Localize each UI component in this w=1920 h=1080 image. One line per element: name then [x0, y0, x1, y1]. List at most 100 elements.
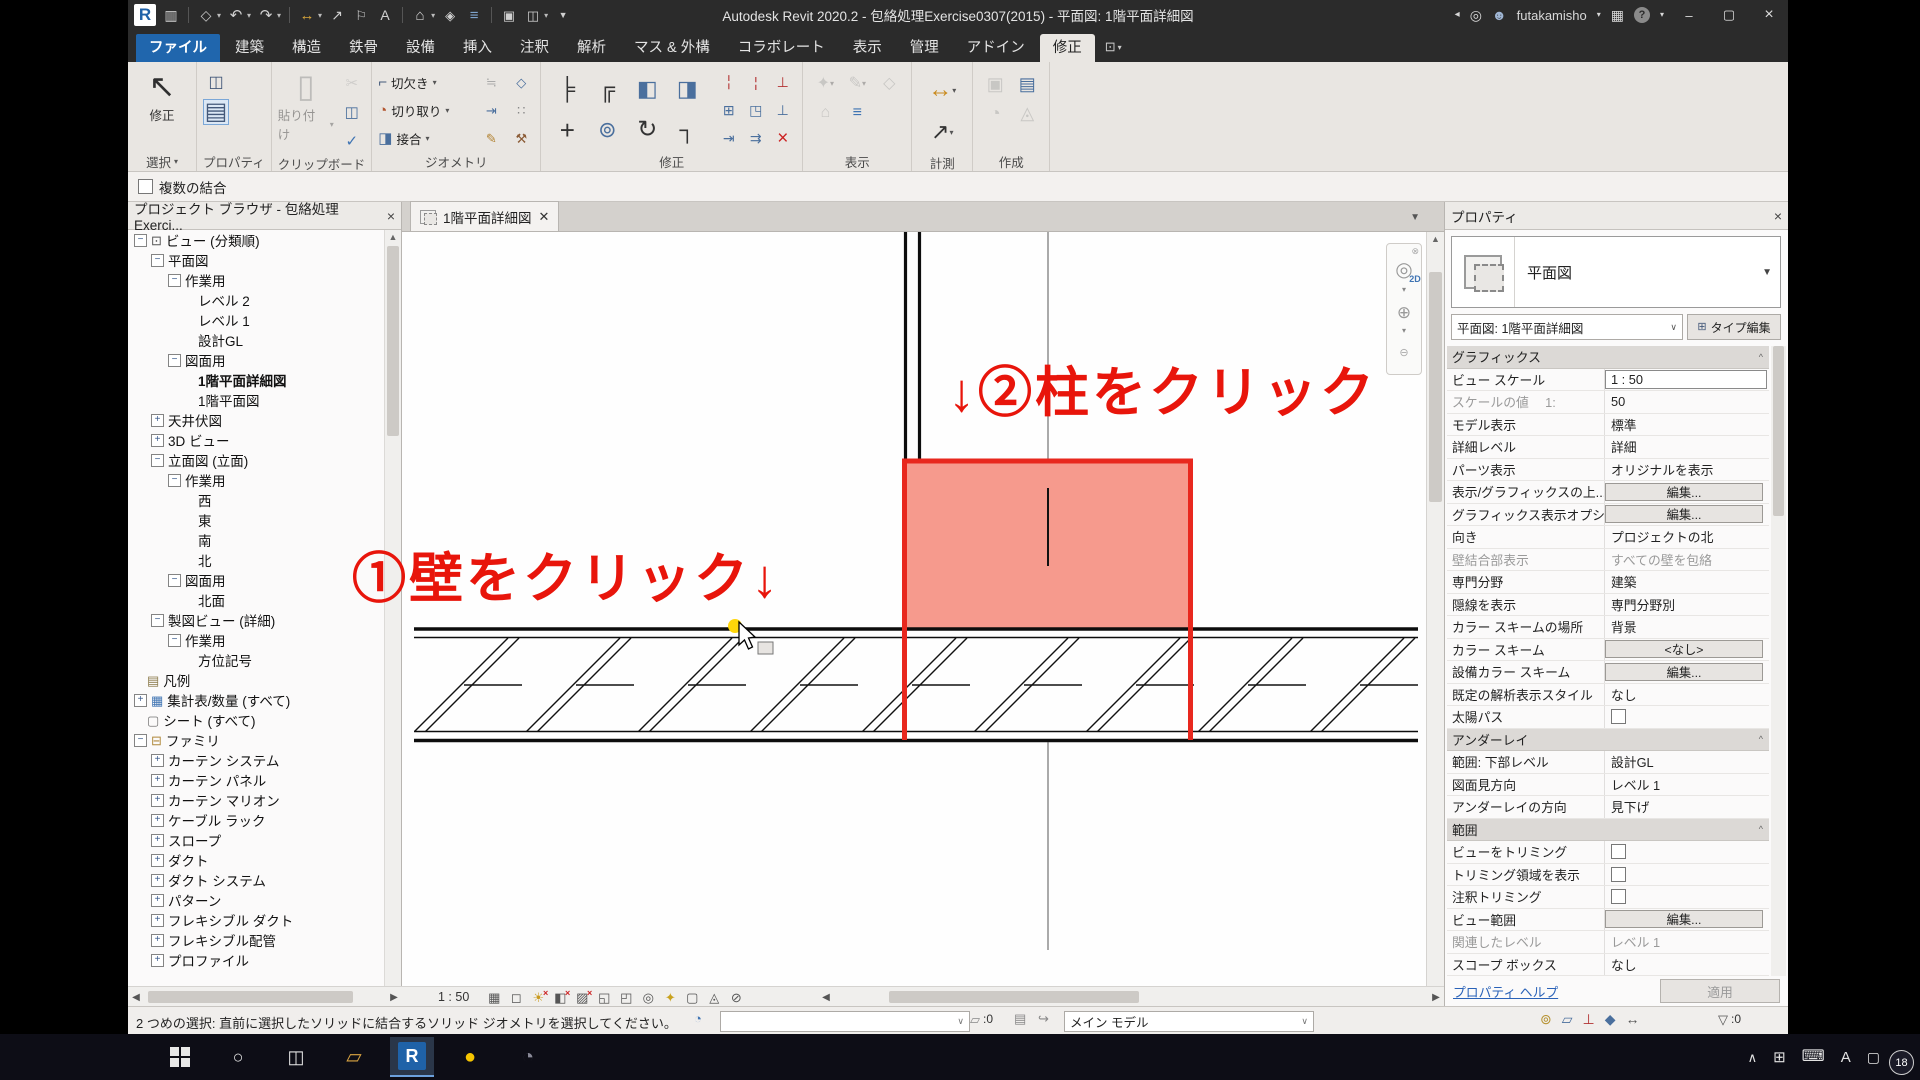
paint-button[interactable]: ✎: [478, 125, 504, 151]
copy-button[interactable]: ◫: [339, 99, 365, 125]
property-value[interactable]: 編集...: [1604, 504, 1769, 526]
property-edit-button[interactable]: 編集...: [1605, 505, 1763, 523]
lightbulb-button[interactable]: ✦▾: [809, 69, 841, 98]
section-icon[interactable]: ◈: [441, 6, 459, 24]
collapse-icon[interactable]: −: [168, 474, 181, 487]
property-value[interactable]: 設計GL: [1604, 751, 1769, 773]
edit-type-button[interactable]: ⊞ タイプ編集: [1687, 314, 1781, 340]
drawing-viewport[interactable]: ⊗ ◎2D ▾ ⊕ ▾ ⊖: [402, 232, 1427, 986]
tab-修正[interactable]: 修正: [1040, 34, 1095, 62]
join-button[interactable]: ◨接合▾: [378, 129, 474, 148]
linework-button[interactable]: ✎▾: [841, 69, 873, 98]
wheel-caret-icon[interactable]: ▾: [1402, 285, 1406, 294]
notification-icon[interactable]: ▢: [1867, 1050, 1880, 1064]
help-caret-icon[interactable]: ▾: [1660, 11, 1664, 19]
select-underlay-icon[interactable]: ▱: [1562, 1012, 1573, 1026]
measure-qat-icon[interactable]: ↔: [298, 6, 316, 24]
navbar-collapse-icon[interactable]: ⊖: [1399, 346, 1408, 359]
property-value[interactable]: [1604, 706, 1769, 728]
help-icon[interactable]: ?: [1634, 7, 1650, 23]
property-value[interactable]: [1604, 841, 1769, 863]
collapse-icon[interactable]: −: [134, 234, 147, 247]
cut-button[interactable]: ✂: [339, 70, 365, 96]
tree-item[interactable]: ▢シート (すべて): [128, 710, 385, 730]
tab-表示[interactable]: 表示: [840, 34, 895, 62]
property-value[interactable]: 見下げ: [1604, 796, 1769, 818]
tag-icon[interactable]: ⚐: [352, 6, 370, 24]
search-icon[interactable]: ◎: [1470, 8, 1482, 22]
property-value[interactable]: [1604, 886, 1769, 908]
expand-icon[interactable]: +: [151, 414, 164, 427]
expand-icon[interactable]: +: [151, 814, 164, 827]
property-value[interactable]: レベル 1: [1604, 774, 1769, 796]
property-value[interactable]: プロジェクトの北: [1604, 526, 1769, 548]
split-gap-button[interactable]: ¦: [742, 68, 769, 96]
navbar-close-icon[interactable]: ⊗: [1411, 246, 1419, 257]
type-selector-caret-icon[interactable]: ▼: [1762, 267, 1772, 278]
user-caret-icon[interactable]: ▾: [1597, 11, 1601, 19]
wall-joins-button[interactable]: ∷: [508, 97, 534, 123]
trim-single-button[interactable]: ⇥: [715, 124, 742, 152]
assembly-button[interactable]: ◔: [979, 98, 1011, 127]
tree-item[interactable]: +カーテン システム: [128, 750, 385, 770]
worksets-icon[interactable]: ◔: [694, 1012, 702, 1025]
crop-view-icon[interactable]: ◱: [593, 990, 615, 1005]
property-edit-button[interactable]: 編集...: [1605, 483, 1763, 501]
tree-item[interactable]: +フレキシブル配管: [128, 930, 385, 950]
keyboard-icon[interactable]: ⌨: [1802, 1049, 1825, 1065]
select-by-face-icon[interactable]: ◆: [1605, 1012, 1616, 1026]
show-crop-region-icon[interactable]: ◰: [615, 990, 637, 1005]
aligned-dimension-icon[interactable]: ↗: [328, 6, 346, 24]
tab-管理[interactable]: 管理: [897, 34, 952, 62]
property-value[interactable]: <なし>: [1604, 639, 1769, 661]
property-value[interactable]: すべての壁を包絡: [1604, 549, 1769, 571]
scroll-up-icon[interactable]: ▲: [385, 230, 401, 245]
dimension-button[interactable]: ↗▾: [918, 111, 966, 153]
editable-only-icon[interactable]: ▤: [1014, 1012, 1026, 1025]
tree-item[interactable]: レベル 1: [128, 310, 385, 330]
steering-wheel-icon[interactable]: ◎2D: [1395, 257, 1412, 282]
section-collapse-icon[interactable]: ^: [1759, 734, 1769, 744]
username[interactable]: futakamisho: [1517, 8, 1587, 23]
dropdown-caret-icon[interactable]: ▾: [318, 11, 322, 20]
browser-hscrollbar[interactable]: ◀ ▶: [128, 987, 402, 1007]
wall-hatch[interactable]: [414, 638, 1418, 732]
tree-item[interactable]: 北面: [128, 590, 385, 610]
tab-建築[interactable]: 建築: [222, 34, 277, 62]
collapse-icon[interactable]: −: [168, 634, 181, 647]
tree-item[interactable]: −製図ビュー (詳細): [128, 610, 385, 630]
revit-logo-icon[interactable]: R: [134, 4, 156, 26]
switch-windows-icon[interactable]: ◫: [524, 6, 542, 24]
default-3d-view-icon[interactable]: ⌂: [411, 6, 429, 24]
dropdown-caret-icon[interactable]: ▾: [544, 11, 548, 20]
property-checkbox[interactable]: [1611, 844, 1626, 859]
properties-vscrollbar[interactable]: [1771, 346, 1786, 976]
property-checkbox[interactable]: [1611, 867, 1626, 882]
worksets-combobox[interactable]: ∨: [720, 1011, 970, 1032]
tree-item[interactable]: +プロファイル: [128, 950, 385, 970]
paste-button[interactable]: ▯貼り付け▾: [278, 66, 334, 143]
tree-item[interactable]: +フレキシブル ダクト: [128, 910, 385, 930]
tree-item[interactable]: +パターン: [128, 890, 385, 910]
expand-icon[interactable]: +: [151, 894, 164, 907]
customize-qat-icon[interactable]: ▼: [554, 6, 572, 24]
expand-icon[interactable]: +: [151, 754, 164, 767]
tree-item[interactable]: 北: [128, 550, 385, 570]
type-selector[interactable]: 平面図 ▼: [1451, 236, 1781, 308]
canvas-hscrollbar[interactable]: ◀ ▶: [818, 987, 1444, 1007]
property-value[interactable]: 専門分野別: [1604, 594, 1769, 616]
redo-icon[interactable]: ↷: [257, 6, 275, 24]
tree-item[interactable]: 設計GL: [128, 330, 385, 350]
property-value[interactable]: レベル 1: [1604, 931, 1769, 953]
tab-挿入[interactable]: 挿入: [450, 34, 505, 62]
dropdown-caret-icon[interactable]: ▾: [431, 11, 435, 20]
property-value[interactable]: 背景: [1604, 616, 1769, 638]
property-value[interactable]: 編集...: [1604, 909, 1769, 931]
divide-button[interactable]: ◬: [1011, 98, 1043, 127]
search-circle-icon[interactable]: ○: [216, 1037, 260, 1077]
properties-close-icon[interactable]: ×: [1774, 208, 1782, 224]
property-value[interactable]: 建築: [1604, 571, 1769, 593]
widgets-icon[interactable]: ⊞: [1773, 1050, 1786, 1065]
delete-button[interactable]: ×: [769, 124, 796, 152]
expand-icon[interactable]: +: [151, 874, 164, 887]
